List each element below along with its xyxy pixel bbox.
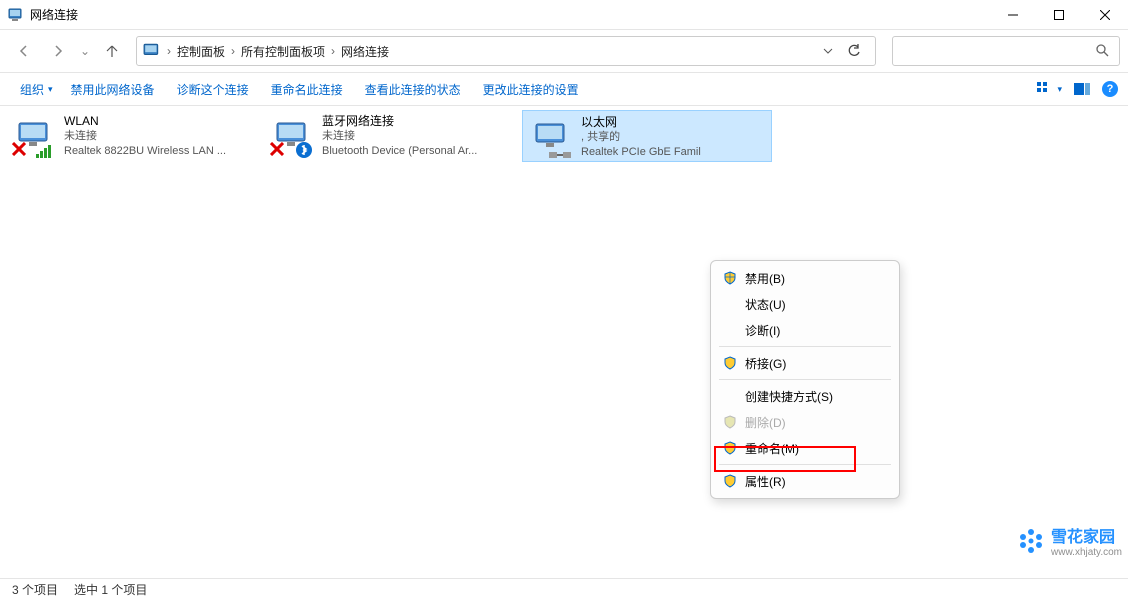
adapter-device: Realtek 8822BU Wireless LAN ... bbox=[64, 144, 226, 159]
rename-button[interactable]: 重命名此连接 bbox=[261, 77, 353, 102]
watermark-url: www.xhjaty.com bbox=[1051, 547, 1122, 558]
status-bar: 3 个项目 选中 1 个项目 bbox=[0, 578, 1128, 600]
nav-bar: ⌄ › 控制面板 › 所有控制面板项 › 网络连接 bbox=[0, 30, 1128, 72]
shield-icon bbox=[723, 474, 737, 488]
content-area: WLAN 未连接 Realtek 8822BU Wireless LAN ...… bbox=[0, 106, 1128, 580]
ethernet-cable-icon bbox=[549, 149, 571, 161]
change-settings-button[interactable]: 更改此连接的设置 bbox=[473, 77, 589, 102]
watermark: 雪花家园 www.xhjaty.com bbox=[1017, 523, 1122, 558]
adapter-status: 未连接 bbox=[64, 129, 226, 144]
snowflake-icon bbox=[1017, 527, 1045, 555]
back-button[interactable] bbox=[8, 35, 40, 67]
window-controls bbox=[990, 0, 1128, 30]
selected-count: 选中 1 个项目 bbox=[74, 581, 147, 598]
app-icon bbox=[8, 7, 24, 23]
adapter-name: WLAN bbox=[64, 114, 226, 129]
separator bbox=[719, 379, 891, 380]
adapter-ethernet[interactable]: 以太网 , 共享的 Realtek PCIe GbE Famil bbox=[522, 110, 772, 162]
help-icon[interactable]: ? bbox=[1102, 81, 1118, 97]
up-button[interactable] bbox=[96, 35, 128, 67]
item-count: 3 个项目 bbox=[12, 581, 58, 598]
search-icon bbox=[1095, 43, 1109, 60]
adapter-icon bbox=[527, 115, 575, 157]
breadcrumb-seg[interactable]: 控制面板 bbox=[173, 43, 229, 60]
ctx-rename[interactable]: 重命名(M) bbox=[711, 435, 899, 461]
forward-button[interactable] bbox=[42, 35, 74, 67]
breadcrumb-seg[interactable]: 所有控制面板项 bbox=[237, 43, 329, 60]
adapter-icon bbox=[10, 114, 58, 156]
preview-pane-button[interactable] bbox=[1074, 83, 1090, 95]
address-bar[interactable]: › 控制面板 › 所有控制面板项 › 网络连接 bbox=[136, 36, 876, 66]
close-button[interactable] bbox=[1082, 0, 1128, 30]
ctx-disable[interactable]: 禁用(B) bbox=[711, 265, 899, 291]
disabled-x-icon bbox=[12, 142, 26, 156]
adapter-name: 以太网 bbox=[581, 115, 701, 130]
adapter-bluetooth[interactable]: 蓝牙网络连接 未连接 Bluetooth Device (Personal Ar… bbox=[264, 110, 514, 162]
adapter-icon bbox=[268, 114, 316, 156]
organize-menu[interactable]: 组织▾ bbox=[10, 77, 59, 102]
recent-button[interactable]: ⌄ bbox=[76, 35, 94, 67]
ctx-bridge[interactable]: 桥接(G) bbox=[711, 350, 899, 376]
adapter-device: Bluetooth Device (Personal Ar... bbox=[322, 144, 477, 159]
shield-icon bbox=[723, 415, 737, 429]
toolbar: 组织▾ 禁用此网络设备 诊断这个连接 重命名此连接 查看此连接的状态 更改此连接… bbox=[0, 72, 1128, 106]
chevron-right-icon[interactable]: › bbox=[329, 44, 337, 58]
chevron-right-icon[interactable]: › bbox=[229, 44, 237, 58]
separator bbox=[719, 346, 891, 347]
adapter-status: 未连接 bbox=[322, 129, 477, 144]
dropdown-icon[interactable] bbox=[823, 44, 833, 58]
view-status-button[interactable]: 查看此连接的状态 bbox=[355, 77, 471, 102]
chevron-down-icon: ▾ bbox=[48, 84, 53, 95]
search-input[interactable] bbox=[892, 36, 1120, 66]
shield-icon bbox=[723, 441, 737, 455]
shield-icon bbox=[723, 271, 737, 285]
disabled-x-icon bbox=[270, 142, 284, 156]
minimize-button[interactable] bbox=[990, 0, 1036, 30]
ctx-shortcut[interactable]: 创建快捷方式(S) bbox=[711, 383, 899, 409]
adapter-wlan[interactable]: WLAN 未连接 Realtek 8822BU Wireless LAN ... bbox=[6, 110, 256, 162]
diagnose-button[interactable]: 诊断这个连接 bbox=[167, 77, 259, 102]
window-title: 网络连接 bbox=[30, 6, 990, 23]
chevron-right-icon[interactable]: › bbox=[165, 44, 173, 58]
separator bbox=[719, 464, 891, 465]
ctx-delete: 删除(D) bbox=[711, 409, 899, 435]
ctx-status[interactable]: 状态(U) bbox=[711, 291, 899, 317]
breadcrumb-seg[interactable]: 网络连接 bbox=[337, 43, 393, 60]
location-icon bbox=[143, 42, 161, 60]
wifi-bars-icon bbox=[36, 144, 54, 158]
ctx-properties[interactable]: 属性(R) bbox=[711, 468, 899, 494]
ctx-diagnose[interactable]: 诊断(I) bbox=[711, 317, 899, 343]
maximize-button[interactable] bbox=[1036, 0, 1082, 30]
chevron-down-icon: ▾ bbox=[1057, 84, 1062, 95]
adapter-status: , 共享的 bbox=[581, 130, 701, 145]
disable-device-button[interactable]: 禁用此网络设备 bbox=[61, 77, 165, 102]
bluetooth-icon bbox=[296, 142, 312, 158]
title-bar: 网络连接 bbox=[0, 0, 1128, 30]
adapter-device: Realtek PCIe GbE Famil bbox=[581, 145, 701, 160]
view-options-button[interactable]: ▾ bbox=[1037, 82, 1062, 96]
shield-icon bbox=[723, 356, 737, 370]
adapter-name: 蓝牙网络连接 bbox=[322, 114, 477, 129]
refresh-icon[interactable] bbox=[847, 44, 861, 58]
context-menu: 禁用(B) 状态(U) 诊断(I) 桥接(G) 创建快捷方式(S) 删除(D) … bbox=[710, 260, 900, 499]
watermark-name: 雪花家园 bbox=[1051, 529, 1115, 546]
